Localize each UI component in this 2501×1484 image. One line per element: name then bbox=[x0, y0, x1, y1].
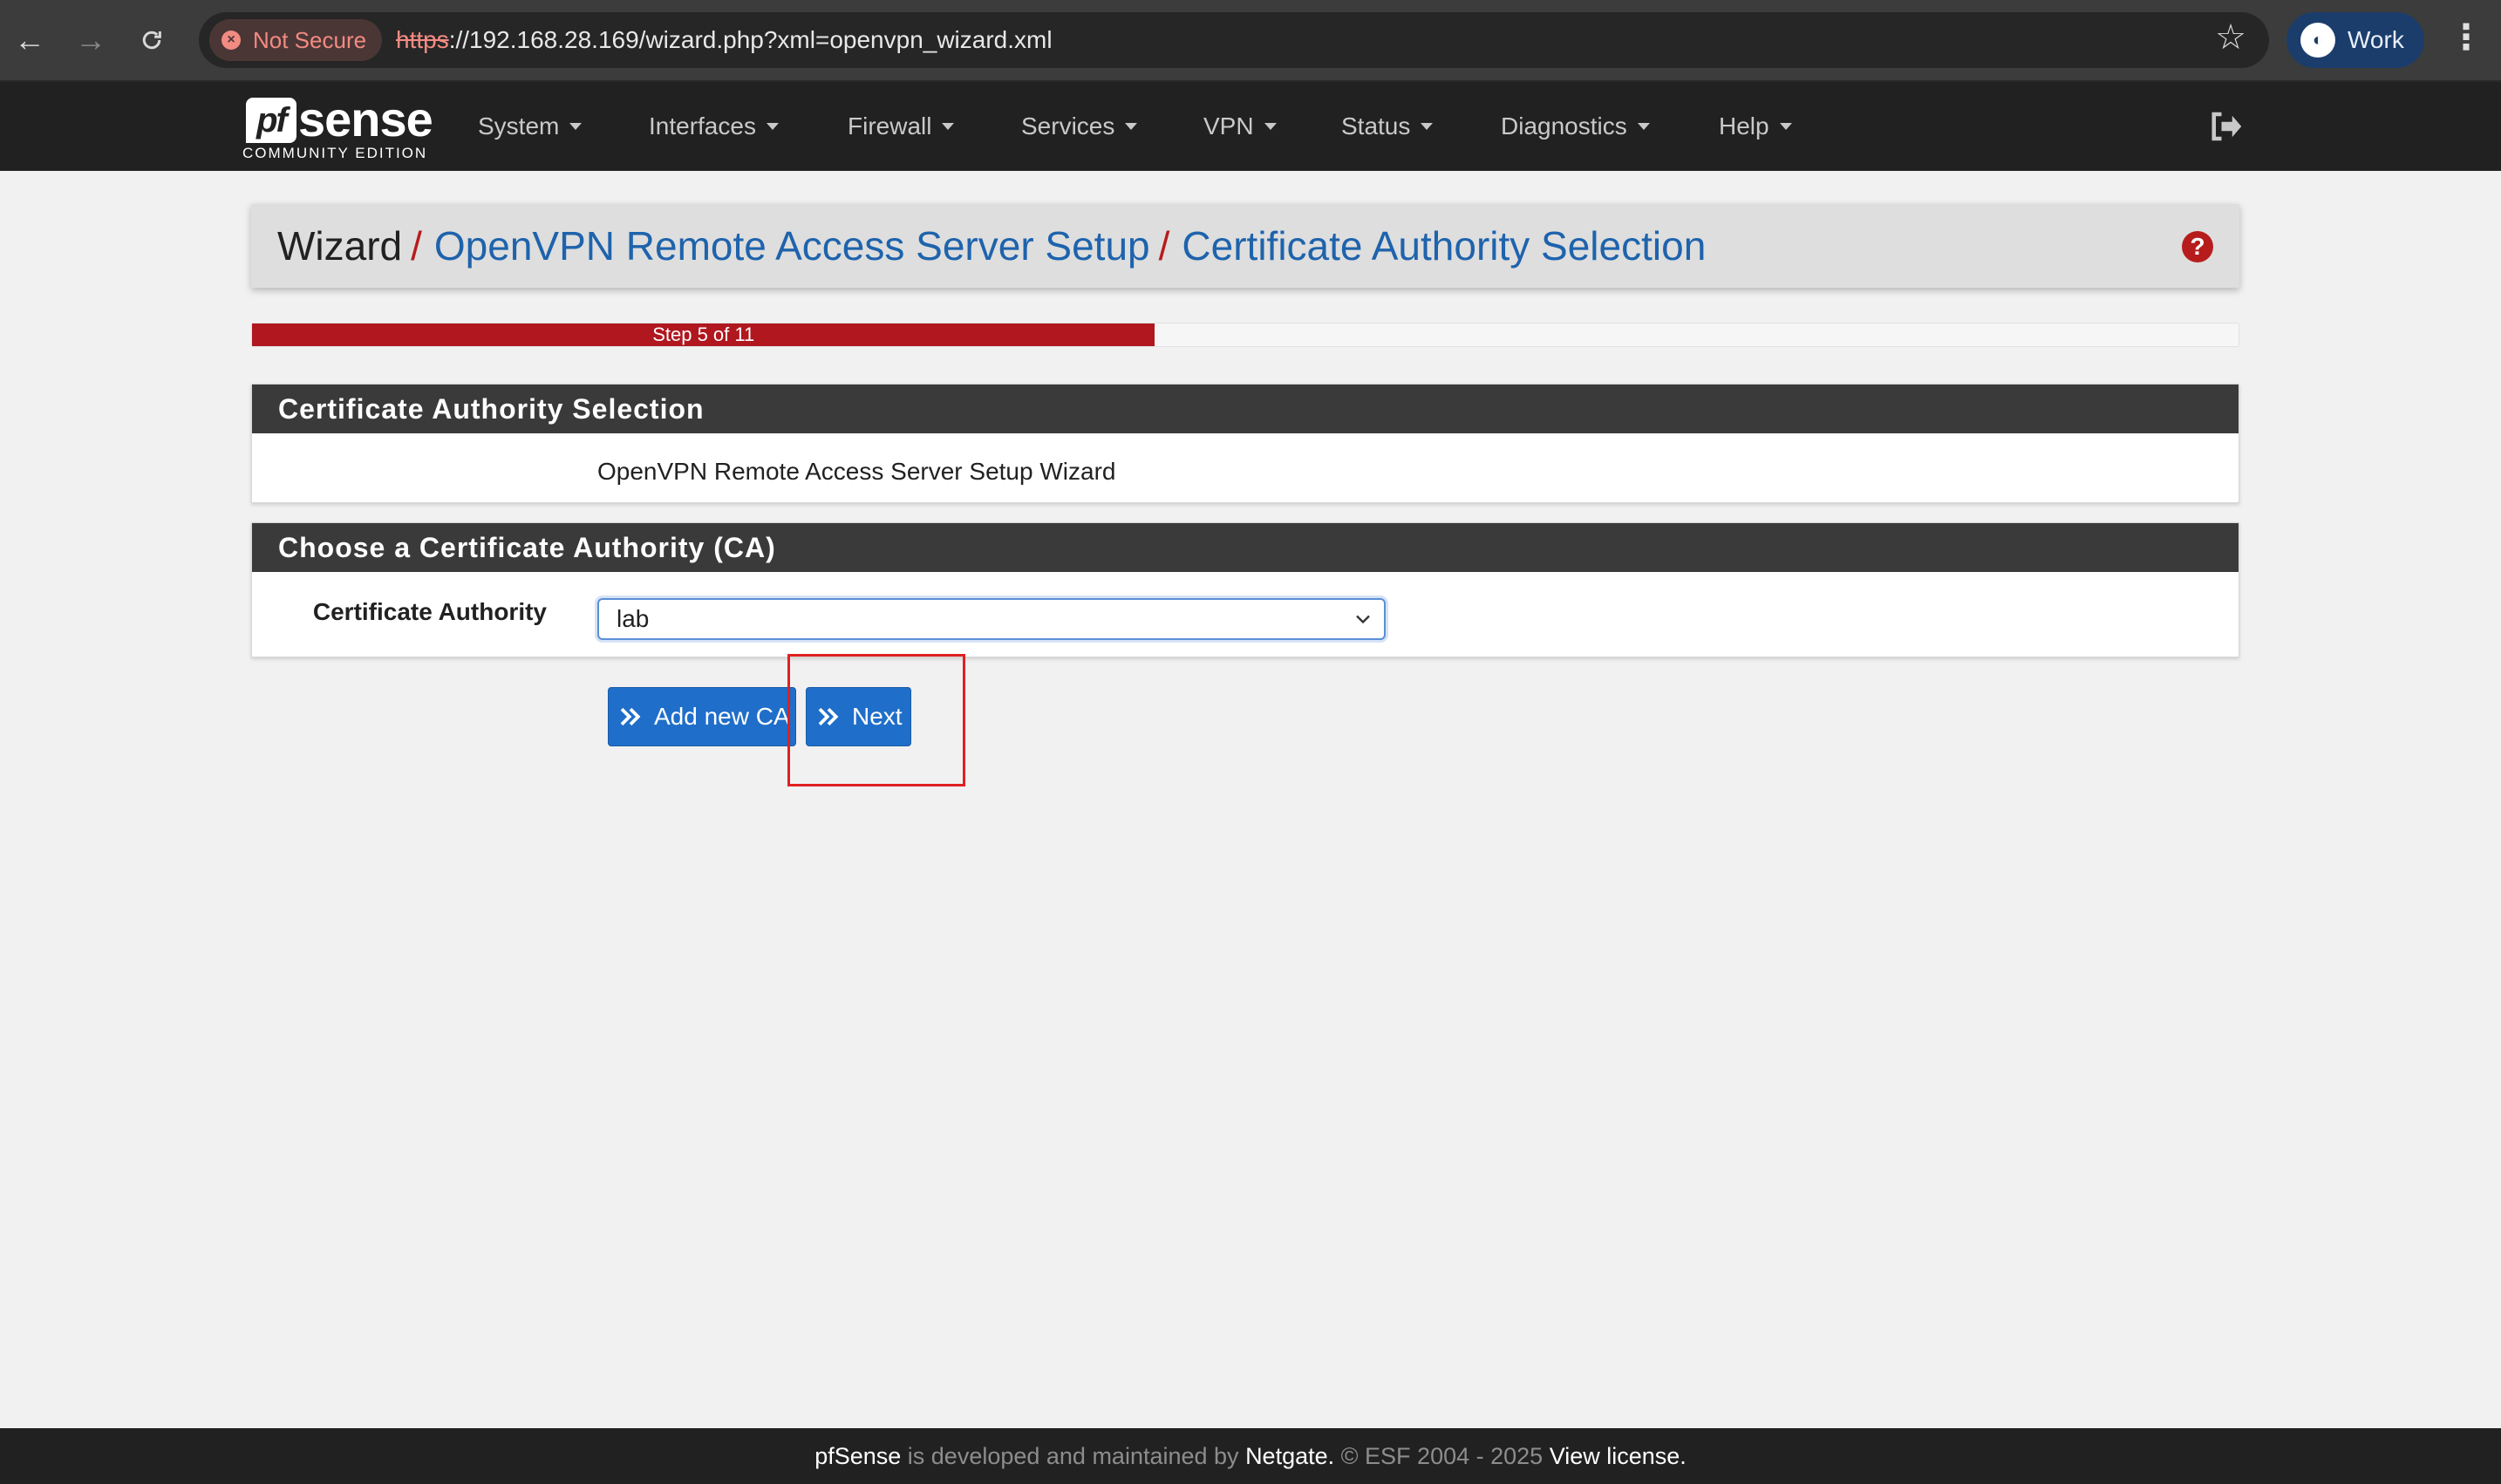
progress-fill: Step 5 of 11 bbox=[252, 323, 1155, 346]
menu-system[interactable]: System bbox=[478, 82, 583, 171]
profile-avatar-icon: ◐ bbox=[2300, 23, 2335, 58]
footer-text-1: is developed and maintained by bbox=[901, 1442, 1246, 1469]
menu-interfaces-label: Interfaces bbox=[649, 112, 756, 140]
caret-down-icon bbox=[569, 123, 583, 130]
url-scheme: https bbox=[396, 26, 449, 53]
breadcrumb-root: Wizard bbox=[277, 223, 403, 269]
footer-brand-link[interactable]: pfSense bbox=[814, 1443, 901, 1470]
url-path: ://192.168.28.169/wizard.php?xml=openvpn… bbox=[448, 26, 1053, 53]
bookmark-star-icon[interactable]: ☆ bbox=[2215, 17, 2246, 58]
menu-diagnostics-label: Diagnostics bbox=[1501, 112, 1627, 140]
back-icon[interactable]: ← bbox=[9, 19, 51, 61]
browser-menu-icon[interactable]: ⋮ bbox=[2449, 17, 2484, 58]
address-bar[interactable]: × Not Secure https://192.168.28.169/wiza… bbox=[199, 12, 2269, 68]
menu-vpn-label: VPN bbox=[1203, 112, 1254, 140]
logout-icon[interactable] bbox=[2206, 108, 2243, 145]
certificate-authority-label: Certificate Authority bbox=[312, 598, 547, 625]
menu-services-label: Services bbox=[1021, 112, 1115, 140]
reload-icon[interactable] bbox=[131, 19, 173, 61]
menu-help-label: Help bbox=[1719, 112, 1769, 140]
menu-status[interactable]: Status bbox=[1341, 82, 1434, 171]
menu-firewall[interactable]: Firewall bbox=[848, 82, 955, 171]
warning-icon: × bbox=[221, 31, 241, 50]
help-icon[interactable]: ? bbox=[2182, 231, 2213, 262]
logo-edition: COMMUNITY EDITION bbox=[242, 145, 428, 161]
caret-down-icon bbox=[1264, 123, 1277, 130]
footer: pfSense is developed and maintained by N… bbox=[0, 1428, 2501, 1484]
menu-diagnostics[interactable]: Diagnostics bbox=[1501, 82, 1650, 171]
footer-netgate-link[interactable]: Netgate. bbox=[1245, 1443, 1334, 1470]
menu-vpn[interactable]: VPN bbox=[1203, 82, 1277, 171]
forward-icon[interactable]: → bbox=[70, 19, 112, 61]
panel-choose-ca: Choose a Certificate Authority (CA) Cert… bbox=[251, 522, 2239, 657]
not-secure-chip[interactable]: × Not Secure bbox=[209, 19, 383, 61]
add-new-ca-label: Add new CA bbox=[654, 703, 790, 730]
footer-text-2: © ESF 2004 - 2025 bbox=[1334, 1442, 1550, 1469]
main-navbar: pf sense COMMUNITY EDITION System Interf… bbox=[0, 82, 2501, 171]
footer-license-link[interactable]: View license. bbox=[1550, 1443, 1687, 1470]
progress-label: Step 5 of 11 bbox=[652, 323, 755, 345]
menu-help[interactable]: Help bbox=[1719, 82, 1792, 171]
certificate-authority-select[interactable]: lab bbox=[597, 598, 1386, 640]
menu-firewall-label: Firewall bbox=[848, 112, 932, 140]
chevron-down-icon bbox=[1356, 615, 1370, 624]
breadcrumb-openvpn-wizard[interactable]: OpenVPN Remote Access Server Setup bbox=[434, 222, 1150, 269]
caret-down-icon bbox=[766, 123, 779, 130]
panel-choose-ca-title: Choose a Certificate Authority (CA) bbox=[252, 523, 2239, 572]
logo-word: sense bbox=[298, 92, 433, 146]
profile-label: Work bbox=[2348, 26, 2404, 53]
certificate-authority-value: lab bbox=[617, 605, 650, 632]
url-text[interactable]: https://192.168.28.169/wizard.php?xml=op… bbox=[396, 12, 1053, 68]
breadcrumb-ca-selection[interactable]: Certificate Authority Selection bbox=[1182, 222, 1706, 269]
profile-button[interactable]: ◐ Work bbox=[2286, 12, 2424, 68]
caret-down-icon bbox=[1779, 123, 1792, 130]
menu-status-label: Status bbox=[1341, 112, 1411, 140]
breadcrumb-separator: / bbox=[1158, 223, 1170, 269]
caret-down-icon bbox=[1421, 123, 1434, 130]
add-new-ca-button[interactable]: Add new CA bbox=[608, 687, 796, 746]
not-secure-label: Not Secure bbox=[253, 26, 367, 53]
pfsense-logo[interactable]: pf sense COMMUNITY EDITION bbox=[242, 91, 434, 164]
caret-down-icon bbox=[1125, 123, 1138, 130]
menu-interfaces[interactable]: Interfaces bbox=[649, 82, 779, 171]
double-chevron-right-icon bbox=[620, 707, 641, 726]
annotation-highlight-box bbox=[787, 654, 965, 786]
logo-mark: pf bbox=[246, 98, 296, 143]
browser-toolbar: ← → × Not Secure https://192.168.28.169/… bbox=[0, 0, 2501, 82]
breadcrumb: Wizard / OpenVPN Remote Access Server Se… bbox=[251, 204, 2239, 288]
wizard-progress-bar: Step 5 of 11 bbox=[251, 323, 2239, 347]
panel-ca-selection-title: Certificate Authority Selection bbox=[252, 385, 2239, 433]
wizard-description: OpenVPN Remote Access Server Setup Wizar… bbox=[597, 458, 1116, 485]
caret-down-icon bbox=[942, 123, 955, 130]
menu-services[interactable]: Services bbox=[1021, 82, 1138, 171]
caret-down-icon bbox=[1637, 123, 1650, 130]
panel-ca-selection: Certificate Authority Selection OpenVPN … bbox=[251, 384, 2239, 503]
breadcrumb-separator: / bbox=[411, 223, 422, 269]
menu-system-label: System bbox=[478, 112, 560, 140]
